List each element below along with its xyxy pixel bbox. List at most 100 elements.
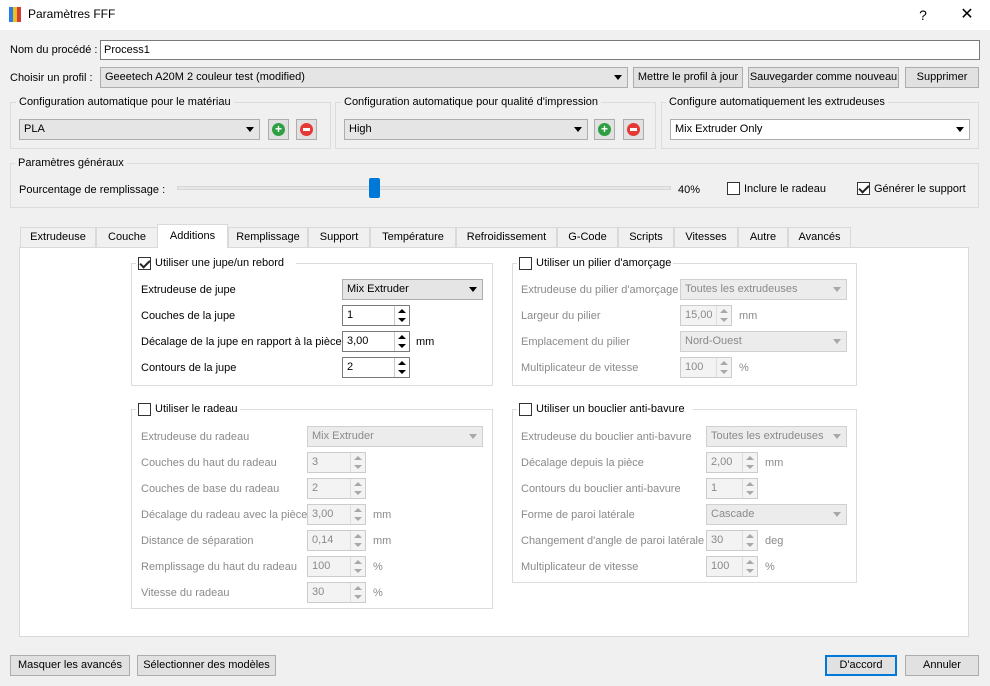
shield-wall-shape-label: Forme de paroi latérale <box>521 509 635 521</box>
spin-down-icon[interactable] <box>350 514 365 524</box>
shield-extruder-select[interactable]: Toutes les extrudeuses <box>706 426 847 447</box>
prime-extruder-select[interactable]: Toutes les extrudeuses <box>680 279 847 300</box>
spin-down-icon[interactable] <box>394 341 409 351</box>
raft-top-layers-spinbox[interactable]: 3 <box>307 452 366 473</box>
process-name-input[interactable]: Process1 <box>100 40 980 60</box>
delete-profile-button[interactable]: Supprimer <box>905 67 979 88</box>
shield-outlines-spinbox[interactable]: 1 <box>706 478 758 499</box>
skirt-offset-spinbox[interactable]: 3,00 <box>342 331 410 352</box>
spin-down-icon[interactable] <box>394 315 409 325</box>
shield-offset-spinbox[interactable]: 2,00 <box>706 452 758 473</box>
shield-wall-shape-select[interactable]: Cascade <box>706 504 847 525</box>
cancel-button[interactable]: Annuler <box>905 655 979 676</box>
save-as-new-button[interactable]: Sauvegarder comme nouveau <box>748 67 899 88</box>
title-bar <box>0 0 990 30</box>
remove-material-button[interactable] <box>296 119 317 140</box>
raft-speed-spinbox[interactable]: 30 <box>307 582 366 603</box>
tab-refroidissement[interactable]: Refroidissement <box>456 227 557 247</box>
close-button[interactable]: ✕ <box>944 0 990 30</box>
process-name-label: Nom du procédé : <box>10 44 98 56</box>
prime-location-label: Emplacement du pilier <box>521 336 630 348</box>
shield-speed-value: 100 <box>711 560 730 572</box>
shield-offset-label: Décalage depuis la pièce <box>521 457 644 469</box>
skirt-checkbox[interactable] <box>138 257 151 270</box>
chevron-down-icon <box>833 512 841 517</box>
tab-autre[interactable]: Autre <box>738 227 788 247</box>
raft-extruder-select[interactable]: Mix Extruder <box>307 426 483 447</box>
tab-extrudeuse[interactable]: Extrudeuse <box>20 227 96 247</box>
skirt-layers-spinbox[interactable]: 1 <box>342 305 410 326</box>
skirt-outlines-spinbox[interactable]: 2 <box>342 357 410 378</box>
prime-speed-spinbox[interactable]: 100 <box>680 357 732 378</box>
raft-offset-spinbox[interactable]: 3,00 <box>307 504 366 525</box>
shield-extruder-label: Extrudeuse du bouclier anti-bavure <box>521 431 692 443</box>
shield-angle-value: 30 <box>711 534 724 546</box>
tab-scripts[interactable]: Scripts <box>618 227 674 247</box>
spin-down-icon[interactable] <box>350 592 365 602</box>
tab-additions[interactable]: Additions <box>157 224 228 248</box>
skirt-extruder-select[interactable]: Mix Extruder <box>342 279 483 300</box>
shield-angle-spinbox[interactable]: 30 <box>706 530 758 551</box>
shield-outlines-label: Contours du bouclier anti-bavure <box>521 483 681 495</box>
spin-down-icon[interactable] <box>716 315 731 325</box>
shield-wall-shape-value: Cascade <box>711 508 755 520</box>
spin-down-icon[interactable] <box>350 462 365 472</box>
infill-slider-track[interactable] <box>177 186 671 190</box>
minus-icon <box>300 123 313 136</box>
remove-quality-button[interactable] <box>623 119 644 140</box>
ok-button[interactable]: D'accord <box>825 655 897 676</box>
spin-down-icon[interactable] <box>350 540 365 550</box>
skirt-offset-unit: mm <box>416 336 435 348</box>
spin-down-icon[interactable] <box>716 367 731 377</box>
prime-location-select[interactable]: Nord-Ouest <box>680 331 847 352</box>
ooze-shield-checkbox[interactable] <box>519 403 532 416</box>
infill-slider-thumb[interactable] <box>369 178 381 198</box>
tab-couche[interactable]: Couche <box>96 227 158 247</box>
tab-temperature[interactable]: Température <box>370 227 456 247</box>
prime-extruder-value: Toutes les extrudeuses <box>685 283 798 295</box>
update-profile-button[interactable]: Mettre le profil à jour <box>633 67 743 88</box>
tab-avances[interactable]: Avancés <box>788 227 851 247</box>
raft-top-infill-label: Remplissage du haut du radeau <box>141 561 297 573</box>
spin-down-icon[interactable] <box>742 566 757 576</box>
raft-checkbox[interactable] <box>138 403 151 416</box>
hide-advanced-button[interactable]: Masquer les avancés <box>10 655 130 676</box>
help-button[interactable]: ? <box>900 0 946 30</box>
spin-down-icon[interactable] <box>350 488 365 498</box>
select-models-button[interactable]: Sélectionner des modèles <box>137 655 276 676</box>
shield-speed-spinbox[interactable]: 100 <box>706 556 758 577</box>
material-select-value: PLA <box>24 123 45 135</box>
chevron-down-icon <box>956 127 964 132</box>
skirt-outlines-value: 2 <box>347 361 354 373</box>
raft-offset-value: 3,00 <box>312 508 334 520</box>
tab-support[interactable]: Support <box>308 227 370 247</box>
chevron-down-icon <box>614 75 622 80</box>
raft-base-layers-spinbox[interactable]: 2 <box>307 478 366 499</box>
extruders-select[interactable]: Mix Extruder Only <box>670 119 970 140</box>
prime-width-spinbox[interactable]: 15,00 <box>680 305 732 326</box>
skirt-outlines-label: Contours de la jupe <box>141 362 237 374</box>
quality-select-value: High <box>349 123 372 135</box>
spin-down-icon[interactable] <box>394 367 409 377</box>
prime-extruder-label: Extrudeuse du pilier d'amorçage <box>521 284 679 296</box>
tab-gcode[interactable]: G-Code <box>557 227 618 247</box>
add-quality-button[interactable]: + <box>594 119 615 140</box>
spin-down-icon[interactable] <box>350 566 365 576</box>
tab-remplissage[interactable]: Remplissage <box>228 227 308 247</box>
spin-down-icon[interactable] <box>742 540 757 550</box>
prime-tower-checkbox[interactable] <box>519 257 532 270</box>
include-raft-checkbox[interactable] <box>727 182 740 195</box>
tab-vitesses[interactable]: Vitesses <box>674 227 738 247</box>
raft-separation-spinbox[interactable]: 0,14 <box>307 530 366 551</box>
add-material-button[interactable]: + <box>268 119 289 140</box>
spin-down-icon[interactable] <box>742 488 757 498</box>
raft-top-infill-spinbox[interactable]: 100 <box>307 556 366 577</box>
quality-select[interactable]: High <box>344 119 588 140</box>
raft-top-layers-label: Couches du haut du radeau <box>141 457 277 469</box>
raft-title: Utiliser le radeau <box>155 403 238 415</box>
profile-select[interactable]: Geeetech A20M 2 couleur test (modified) <box>100 67 628 88</box>
generate-support-checkbox[interactable] <box>857 182 870 195</box>
spin-down-icon[interactable] <box>742 462 757 472</box>
chevron-down-icon <box>246 127 254 132</box>
material-select[interactable]: PLA <box>19 119 260 140</box>
